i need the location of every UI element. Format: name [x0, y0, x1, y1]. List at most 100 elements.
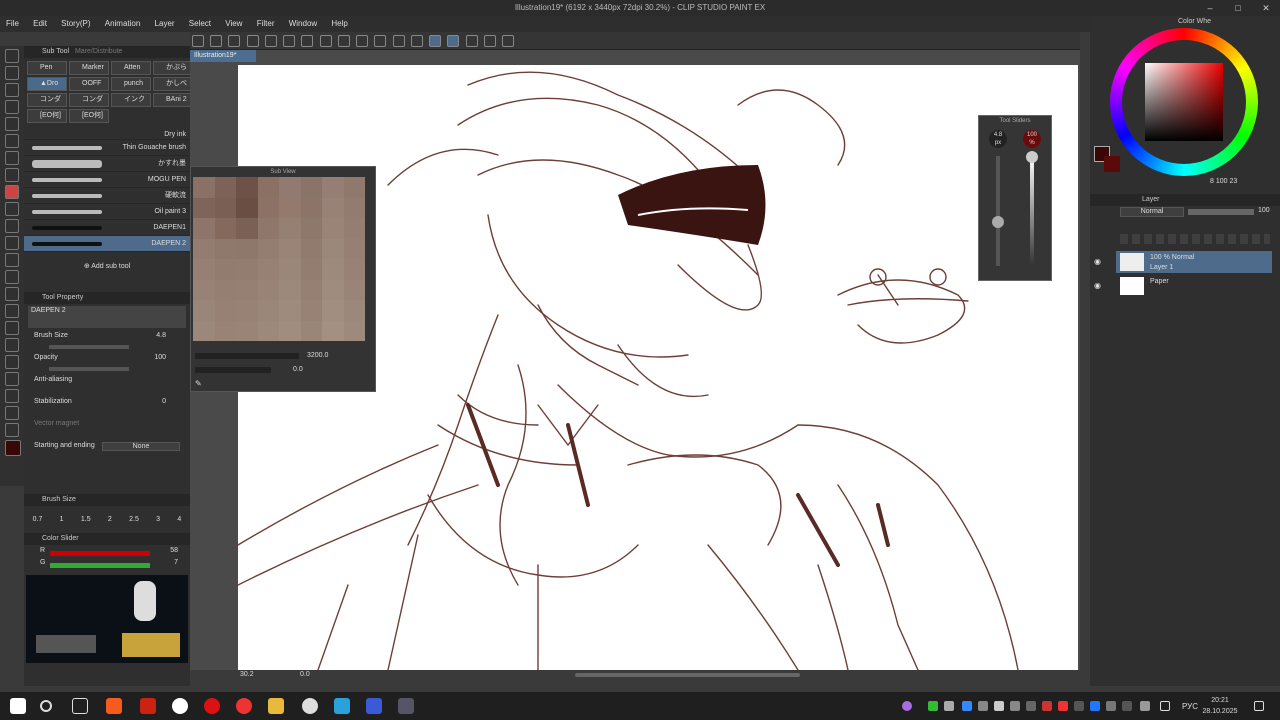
snap-special-ruler-icon[interactable]	[447, 35, 460, 47]
sub-color-chip[interactable]	[1104, 156, 1120, 172]
main-color-swatch[interactable]	[5, 440, 21, 456]
tray-icon[interactable]	[1058, 701, 1068, 711]
brush-item[interactable]: Thin Gouache brush	[24, 140, 190, 156]
layer-row[interactable]: 100 % Normal Layer 1	[1116, 251, 1272, 273]
tray-icon[interactable]	[1140, 701, 1150, 711]
correct-line-icon[interactable]	[5, 423, 19, 437]
size-preset[interactable]: 1.5	[81, 516, 91, 523]
tray-icon[interactable]	[1010, 701, 1020, 711]
size-slider-handle[interactable]	[992, 216, 1004, 228]
subtool-tab[interactable]: Sub Tool	[42, 48, 69, 55]
zoom-icon[interactable]	[5, 49, 19, 63]
brush-item[interactable]: Dry ink	[24, 130, 190, 140]
layer-opacity-value[interactable]: 100	[1258, 207, 1270, 214]
lasso-icon[interactable]	[5, 134, 19, 148]
menu-layer[interactable]: Layer	[149, 16, 181, 32]
blend-icon[interactable]	[5, 287, 19, 301]
blend-mode-select[interactable]: Normal	[1120, 207, 1184, 217]
pen-item[interactable]: かぶら	[153, 61, 193, 75]
pen-item[interactable]: punch	[111, 77, 151, 91]
opacity-slider-vertical[interactable]	[1030, 156, 1034, 266]
pen-item[interactable]: [EO何]	[27, 109, 67, 123]
size-preset[interactable]: 3	[156, 516, 160, 523]
windows-start-icon[interactable]	[10, 698, 26, 714]
size-preset[interactable]: 4	[177, 516, 181, 523]
menu-animation[interactable]: Animation	[99, 16, 147, 32]
saturation-value-square[interactable]	[1145, 63, 1223, 141]
menu-window[interactable]: Window	[283, 16, 323, 32]
file-explorer-icon[interactable]	[268, 698, 284, 714]
selection-icon[interactable]	[5, 117, 19, 131]
frame-icon[interactable]	[5, 355, 19, 369]
size-preset[interactable]: 0.7	[33, 516, 43, 523]
tray-icon[interactable]	[1106, 701, 1116, 711]
brush-item[interactable]: DAEPEN1	[24, 220, 190, 236]
pen-item[interactable]: [EO何]	[69, 109, 109, 123]
g-slider-row[interactable]: G 7	[24, 559, 190, 571]
menu-file[interactable]: File	[0, 16, 25, 32]
tray-icon[interactable]	[944, 701, 954, 711]
tray-icon[interactable]	[978, 701, 988, 711]
export-icon[interactable]	[264, 35, 277, 47]
bluetooth-icon[interactable]	[1090, 701, 1100, 711]
tray-icon[interactable]	[1042, 701, 1052, 711]
start-end-select[interactable]: None	[102, 442, 180, 451]
menu-view[interactable]: View	[219, 16, 248, 32]
telegram-icon[interactable]	[334, 698, 350, 714]
brush-size-value[interactable]: 4.8	[156, 332, 166, 339]
sub-view-zoom-slider[interactable]	[195, 353, 299, 359]
opacity-slider-handle[interactable]	[1026, 151, 1038, 163]
fill-icon[interactable]	[337, 35, 350, 47]
vector-magnet-row[interactable]: Vector magnet	[24, 418, 190, 440]
menu-filter[interactable]: Filter	[251, 16, 281, 32]
text-icon[interactable]	[5, 389, 19, 403]
gradient-icon[interactable]	[5, 321, 19, 335]
eye-icon[interactable]: ◉	[1094, 257, 1101, 266]
ruler-icon[interactable]	[5, 372, 19, 386]
invert-selection-icon[interactable]	[392, 35, 405, 47]
open-file-icon[interactable]	[228, 35, 241, 47]
sub-view-rotation-value[interactable]: 0.0	[293, 366, 303, 373]
home-icon[interactable]	[192, 35, 204, 47]
pen-item[interactable]: インク	[111, 93, 151, 107]
opera-icon[interactable]	[204, 698, 220, 714]
brush-item[interactable]: かすれ墨	[24, 156, 190, 172]
eyedropper-icon[interactable]: ✎	[195, 379, 202, 388]
pen-item[interactable]: OOFF	[69, 77, 109, 91]
tray-icon[interactable]	[902, 701, 912, 711]
task-view-icon[interactable]	[72, 698, 88, 714]
document-tab[interactable]: Illustration19*	[190, 50, 256, 62]
tray-icon[interactable]	[1026, 701, 1036, 711]
sub-view-rotate-slider[interactable]	[195, 367, 271, 373]
save-icon[interactable]	[246, 35, 259, 47]
language-indicator[interactable]: РУС	[1182, 702, 1198, 711]
g-value[interactable]: 7	[174, 559, 178, 566]
horizontal-scrollbar[interactable]	[575, 673, 800, 677]
antialias-row[interactable]: Anti-aliasing	[24, 374, 190, 396]
stabilization-value[interactable]: 0	[162, 398, 166, 405]
size-preset[interactable]: 2	[108, 516, 112, 523]
color-wheel[interactable]	[1110, 28, 1258, 176]
app-icon[interactable]	[398, 698, 414, 714]
add-subtool-button[interactable]: ⊕ Add sub tool	[24, 262, 190, 270]
decoration-icon[interactable]	[5, 253, 19, 267]
snap-grid-icon[interactable]	[465, 35, 478, 47]
new-file-icon[interactable]	[210, 35, 223, 47]
close-button[interactable]: ✕	[1252, 0, 1280, 16]
hand-icon[interactable]	[5, 66, 19, 80]
menu-select[interactable]: Select	[183, 16, 217, 32]
clear-icon[interactable]	[319, 35, 332, 47]
auto-select-icon[interactable]	[5, 151, 19, 165]
clock[interactable]: 20:21 28.10.2025	[1200, 695, 1240, 717]
stabilization-row[interactable]: Stabilization 0	[24, 396, 190, 418]
size-preset[interactable]: 1	[60, 516, 64, 523]
pen-icon[interactable]	[5, 185, 19, 199]
maximize-button[interactable]: □	[1224, 0, 1252, 16]
opacity-row[interactable]: Opacity 100	[24, 352, 190, 374]
clip-studio-icon[interactable]	[302, 698, 318, 714]
mare-tab[interactable]: Mare/Distribute	[75, 48, 122, 55]
eye-icon[interactable]: ◉	[1094, 281, 1101, 290]
figure-icon[interactable]	[5, 338, 19, 352]
pen-item[interactable]: コンダ	[69, 93, 109, 107]
pen-item[interactable]: かしべ	[153, 77, 193, 91]
